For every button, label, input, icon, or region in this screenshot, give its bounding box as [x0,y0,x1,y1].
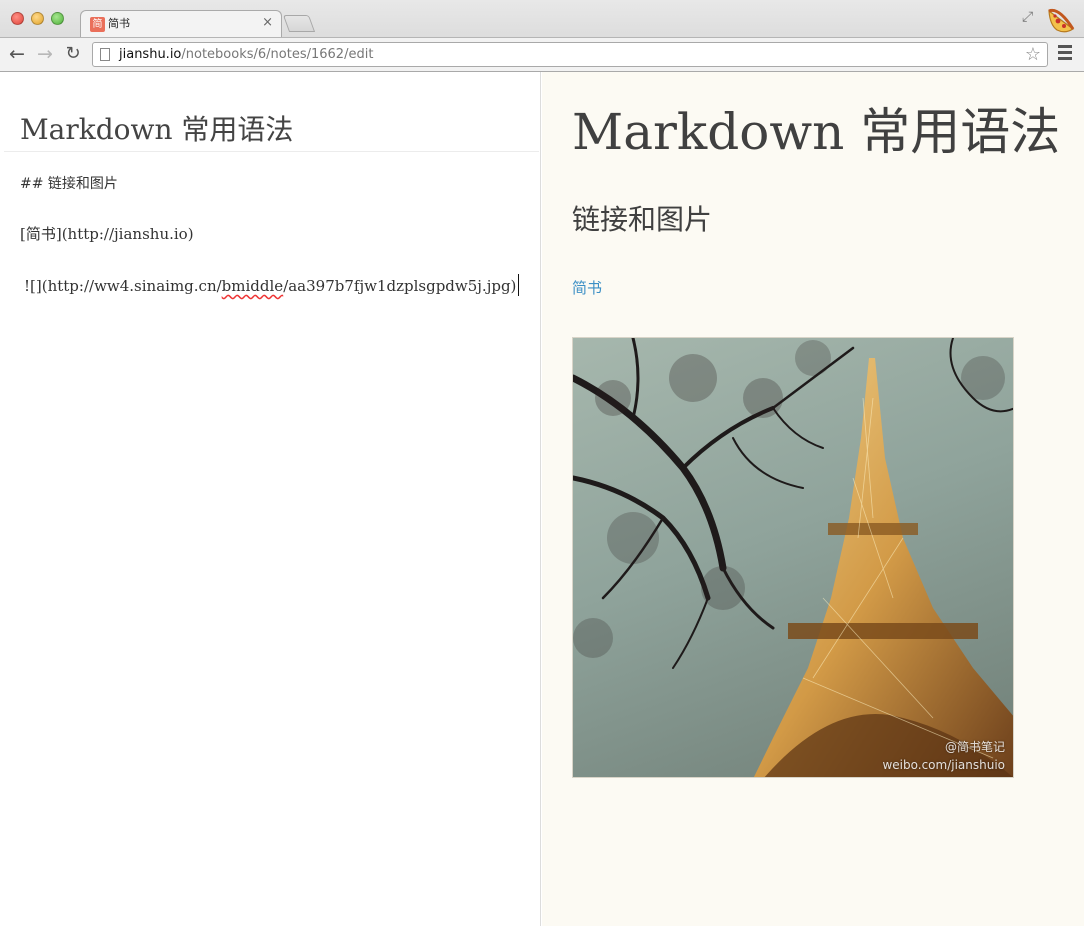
bookmark-star-icon[interactable]: ☆ [1025,44,1041,66]
editor-image-suffix: /aa397b7fjw1dzplsgpdw5j.jpg) [283,277,517,295]
markdown-editor[interactable]: Markdown 常用语法 ## 链接和图片 [简书](http://jians… [0,72,541,926]
misspelled-word: bmiddle [221,277,284,295]
image-watermark-handle: @简书笔记 [944,740,1005,754]
address-bar[interactable]: jianshu.io/notebooks/6/notes/1662/edit ☆ [92,42,1048,67]
jianshu-favicon-icon: 简 [90,17,105,32]
window-minimize-button[interactable] [31,12,44,25]
window-close-button[interactable] [11,12,24,25]
pizza-extension-icon[interactable] [1045,3,1077,35]
browser-tab[interactable]: 简 简书 × [80,10,282,37]
url-host: jianshu.io [119,47,182,62]
tab-title: 简书 [108,17,130,30]
back-arrow-icon[interactable]: ← [6,43,28,65]
browser-menu-icon[interactable] [1058,45,1072,61]
tab-close-icon[interactable]: × [262,15,273,31]
preview-link-jianshu[interactable]: 简书 [572,278,602,298]
url-text: jianshu.io/notebooks/6/notes/1662/edit [119,47,373,63]
url-path: /notebooks/6/notes/1662/edit [181,47,374,62]
reload-icon[interactable]: ↻ [62,43,84,65]
preview-title: Markdown 常用语法 [572,103,1061,161]
window-maximize-button[interactable] [51,12,64,25]
forward-arrow-icon[interactable]: → [34,43,56,65]
browser-toolbar: ← → ↻ jianshu.io/notebooks/6/notes/1662/… [0,37,1084,71]
image-watermark-url: weibo.com/jianshuio [882,758,1005,772]
new-tab-button[interactable] [282,15,316,32]
text-caret [518,274,520,296]
browser-chrome: 简 简书 × ⤢ ← → ↻ jianshu.io/notebooks/6/no… [0,0,1084,72]
editor-line-image[interactable]: ![](http://ww4.sinaimg.cn/bmiddle/aa397b… [24,274,520,296]
eiffel-tower-image: @简书笔记 weibo.com/jianshuio [572,337,1014,778]
fullscreen-icon[interactable]: ⤢ [1022,9,1033,25]
editor-line-heading[interactable]: ## 链接和图片 [20,174,118,194]
editor-image-prefix: ![](http://ww4.sinaimg.cn/ [24,277,222,295]
markdown-preview: Markdown 常用语法 链接和图片 简书 @简书笔记 weibo.com/j… [542,72,1084,926]
page-icon [100,48,110,61]
preview-heading: 链接和图片 [572,203,713,236]
note-title-input[interactable]: Markdown 常用语法 [4,112,539,152]
editor-line-link[interactable]: [简书](http://jianshu.io) [20,224,194,244]
